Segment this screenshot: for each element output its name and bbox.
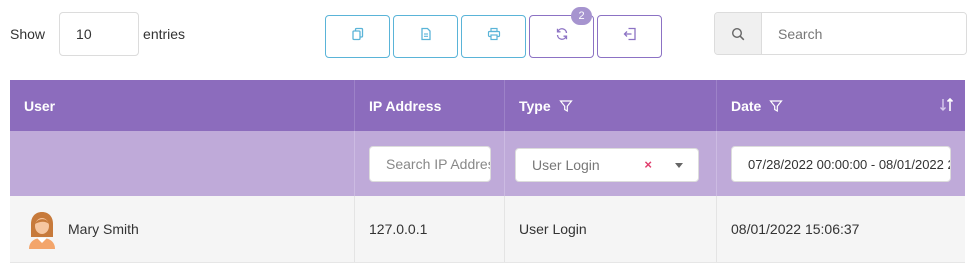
page-size-input[interactable] — [59, 12, 140, 56]
export-icon — [623, 27, 637, 46]
date-value: 08/01/2022 15:06:37 — [731, 221, 860, 237]
cell-user: Mary Smith — [10, 196, 355, 262]
print-icon — [487, 27, 501, 46]
export-button[interactable] — [597, 15, 662, 58]
filter-cell-ip — [355, 131, 505, 196]
chevron-down-icon[interactable] — [675, 163, 683, 168]
cell-date: 08/01/2022 15:06:37 — [717, 196, 965, 262]
filter-icon[interactable] — [769, 99, 784, 113]
csv-button[interactable] — [393, 15, 458, 58]
show-label: Show — [10, 26, 46, 42]
filter-cell-user — [10, 131, 355, 196]
toolbar-buttons: 2 — [325, 7, 665, 58]
ip-value: 127.0.0.1 — [369, 221, 428, 237]
column-header-user[interactable]: User — [10, 80, 355, 131]
avatar — [24, 209, 60, 249]
ip-filter-input[interactable] — [369, 146, 491, 182]
page-length-control: Show entries — [10, 12, 185, 56]
user-name: Mary Smith — [68, 221, 139, 237]
type-filter-value: User Login — [532, 157, 600, 173]
column-label: Type — [519, 97, 551, 114]
date-range-input[interactable] — [731, 146, 951, 182]
refresh-button[interactable]: 2 — [529, 7, 594, 58]
copy-button[interactable] — [325, 15, 390, 58]
search-box — [714, 12, 967, 55]
entries-label: entries — [143, 26, 186, 42]
filter-cell-type: User Login × — [505, 131, 717, 196]
column-label: IP Address — [369, 97, 442, 114]
column-header-date[interactable]: Date — [717, 80, 965, 131]
table-row[interactable]: Mary Smith 127.0.0.1 User Login 08/01/20… — [10, 196, 965, 263]
column-header-type[interactable]: Type — [505, 80, 717, 131]
search-icon — [715, 13, 762, 54]
type-filter-select[interactable]: User Login × — [515, 148, 699, 182]
refresh-icon — [555, 27, 569, 46]
cell-ip: 127.0.0.1 — [355, 196, 505, 262]
table-header: User IP Address Type Date — [10, 80, 965, 131]
column-header-ip[interactable]: IP Address — [355, 80, 505, 131]
refresh-badge: 2 — [571, 7, 592, 25]
type-value: User Login — [519, 221, 587, 237]
filter-row: User Login × — [10, 131, 965, 196]
print-button[interactable] — [461, 15, 526, 58]
data-table: User IP Address Type Date Use — [10, 80, 965, 263]
column-label: User — [24, 97, 56, 114]
sort-icon[interactable] — [938, 96, 956, 114]
copy-icon — [351, 27, 365, 46]
clear-icon[interactable]: × — [644, 157, 652, 172]
filter-cell-date — [717, 131, 965, 196]
filter-icon[interactable] — [558, 99, 573, 113]
column-label: Date — [731, 97, 762, 114]
cell-type: User Login — [505, 196, 717, 262]
csv-icon — [419, 27, 433, 46]
search-input[interactable] — [762, 13, 966, 54]
